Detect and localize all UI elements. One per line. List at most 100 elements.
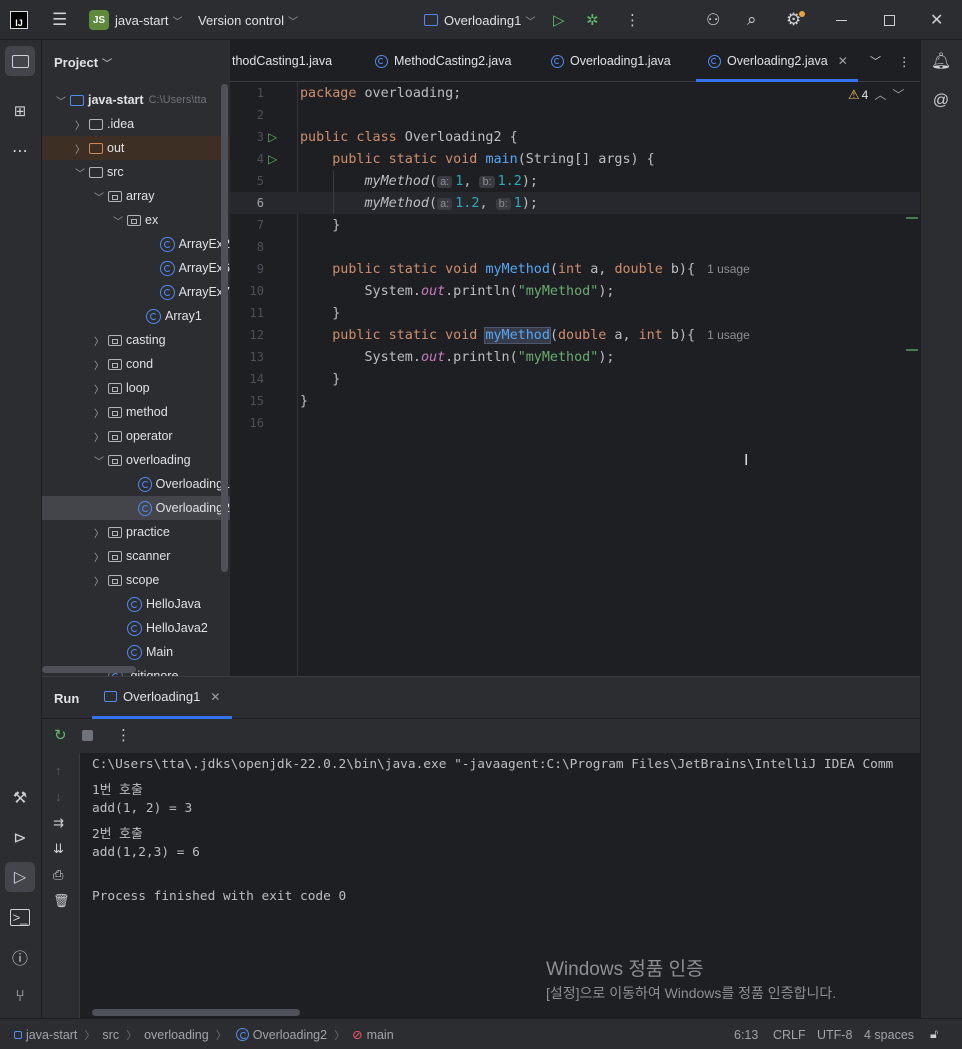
soft-wrap-icon[interactable]: ⇉ [53,815,64,831]
breadcrumb-item[interactable]: Overloading2 [253,1028,327,1042]
tab-methodcasting1[interactable]: thodCasting1.java [232,40,332,82]
chevron-down-icon[interactable]: ﹀ [54,93,68,108]
tab-overloading2[interactable]: Overloading2.java ✕ [696,40,858,82]
tree-item-overloading[interactable]: ﹀ overloading [42,448,230,472]
notifications-button[interactable]: 🔔︎ [926,46,956,76]
settings-button[interactable]: ⚙ [786,0,805,40]
chevron-down-icon[interactable]: ﹀ [92,453,106,468]
terminal-tool-button[interactable]: >_ [5,902,35,932]
close-icon[interactable]: ✕ [838,54,848,68]
console-horizontal-scrollbar[interactable] [92,1009,300,1016]
tab-overloading1[interactable]: Overloading1.java [549,40,671,82]
project-horizontal-scrollbar[interactable] [42,666,136,673]
build-tool-button[interactable]: ⚒ [5,783,35,813]
close-window-button[interactable]: ✕ [930,0,943,40]
tab-options-button[interactable]: ⋮ [898,40,911,82]
project-panel-header[interactable]: Project ﹀ [42,40,230,84]
chevron-right-icon[interactable]: 〉 [92,405,106,420]
more-actions-button[interactable]: ⋮ [625,0,640,40]
vcs-selector[interactable]: Version control ﹀ [198,0,298,40]
tab-methodcasting2[interactable]: MethodCasting2.java [373,40,511,82]
run-tab-overloading1[interactable]: Overloading1 ✕ [92,677,233,719]
chevron-down-icon[interactable]: ﹀ [111,213,125,228]
tree-item-arrayex6[interactable]: ArrayEx6 [42,256,230,280]
project-vertical-scrollbar[interactable] [221,84,228,572]
tree-item-array[interactable]: ﹀ array [42,184,230,208]
read-only-toggle[interactable]: 🔓︎ [930,1019,938,1049]
chevron-right-icon[interactable]: 〉 [92,573,106,588]
run-config-selector[interactable]: Overloading1 ﹀ [424,0,535,40]
tree-item-hellojava2[interactable]: HelloJava2 [42,616,230,640]
code-with-me-button[interactable]: ⚇ [706,0,720,40]
breadcrumb-item[interactable]: src [102,1028,119,1042]
tree-item-arrayex7[interactable]: ArrayEx7 [42,280,230,304]
git-tool-button[interactable]: ⑂ [5,982,35,1012]
indent-setting[interactable]: 4 spaces [864,1019,914,1049]
tree-item-cond[interactable]: 〉 cond [42,352,230,376]
chevron-right-icon[interactable]: 〉 [73,141,87,156]
project-tool-button[interactable] [5,46,35,76]
tree-item-arrayex2[interactable]: ArrayEx2 [42,232,230,256]
tree-item-src[interactable]: ﹀ src [42,160,230,184]
tree-item-casting[interactable]: 〉 casting [42,328,230,352]
chevron-down-icon[interactable]: ﹀ [92,189,106,204]
main-menu-button[interactable]: ☰ [52,0,67,40]
tree-item-main[interactable]: Main [42,640,230,664]
tree-item-out[interactable]: 〉 out [42,136,230,160]
tree-item-operator[interactable]: 〉 operator [42,424,230,448]
usage-hint[interactable]: 1 usage [707,262,750,276]
print-icon[interactable]: ⎙ [53,867,63,883]
tree-item-scope[interactable]: 〉 scope [42,568,230,592]
stop-icon[interactable] [82,730,93,741]
problems-tool-button[interactable]: ⓘ [5,942,35,972]
chevron-down-icon[interactable]: ﹀ [73,165,87,180]
tree-item-scanner[interactable]: 〉 scanner [42,544,230,568]
breadcrumb-item[interactable]: main [367,1028,394,1042]
services-tool-button[interactable]: ⊳ [5,823,35,853]
project-selector[interactable]: JS java-start ﹀ [89,0,182,40]
close-icon[interactable]: ✕ [210,690,220,704]
debug-button[interactable]: ✲ [586,0,599,40]
chevron-right-icon[interactable]: 〉 [92,525,106,540]
tree-item-idea[interactable]: 〉 .idea [42,112,230,136]
run-button[interactable]: ▷ [553,0,565,40]
more-vertical-icon[interactable]: ⋮ [116,726,131,744]
chevron-right-icon[interactable]: 〉 [92,357,106,372]
ai-assistant-button[interactable]: @ [926,86,956,116]
file-encoding[interactable]: UTF-8 [817,1019,852,1049]
trash-icon[interactable]: 🗑︎ [53,893,70,909]
tree-item-method[interactable]: 〉 method [42,400,230,424]
structure-tool-button[interactable]: ⊞ [5,96,35,126]
tab-list-button[interactable]: ﹀ [870,40,881,82]
chevron-right-icon[interactable]: 〉 [92,549,106,564]
search-everywhere-button[interactable]: ⌕ [747,0,757,40]
tree-item-hellojava[interactable]: HelloJava [42,592,230,616]
tree-item-java-start[interactable]: ﹀ java-start C:\Users\tta [42,88,230,112]
arrow-up-icon[interactable]: ↑ [55,763,62,778]
breadcrumb-item[interactable]: java-start [26,1028,77,1042]
scroll-to-end-icon[interactable]: ⇊ [53,841,64,857]
intellij-logo-icon[interactable]: IJ [10,11,28,29]
tree-item-overloading1[interactable]: Overloading1 [42,472,230,496]
chevron-right-icon[interactable]: 〉 [92,333,106,348]
tree-item-array1[interactable]: Array1 [42,304,230,328]
tree-item-practice[interactable]: 〉 practice [42,520,230,544]
tree-item-overloading2[interactable]: Overloading2 [42,496,230,520]
breadcrumb-item[interactable]: overloading [144,1028,209,1042]
chevron-right-icon[interactable]: 〉 [92,381,106,396]
run-tool-button[interactable]: ▷ [5,862,35,892]
tree-item-ex[interactable]: ﹀ ex [42,208,230,232]
more-tools-button[interactable]: ⋯ [5,136,35,166]
run-gutter-icon[interactable]: ▷ [268,130,277,144]
run-gutter-icon[interactable]: ▷ [268,152,277,166]
rerun-icon[interactable]: ↻ [54,726,67,744]
chevron-right-icon[interactable]: 〉 [73,117,87,132]
caret-position[interactable]: 6:13 [734,1019,758,1049]
maximize-button[interactable] [884,0,895,40]
minimize-button[interactable] [836,0,847,40]
line-separator[interactable]: CRLF [773,1019,806,1049]
arrow-down-icon[interactable]: ↓ [55,789,62,804]
tree-item-loop[interactable]: 〉 loop [42,376,230,400]
chevron-right-icon[interactable]: 〉 [92,429,106,444]
usage-hint[interactable]: 1 usage [707,328,750,342]
